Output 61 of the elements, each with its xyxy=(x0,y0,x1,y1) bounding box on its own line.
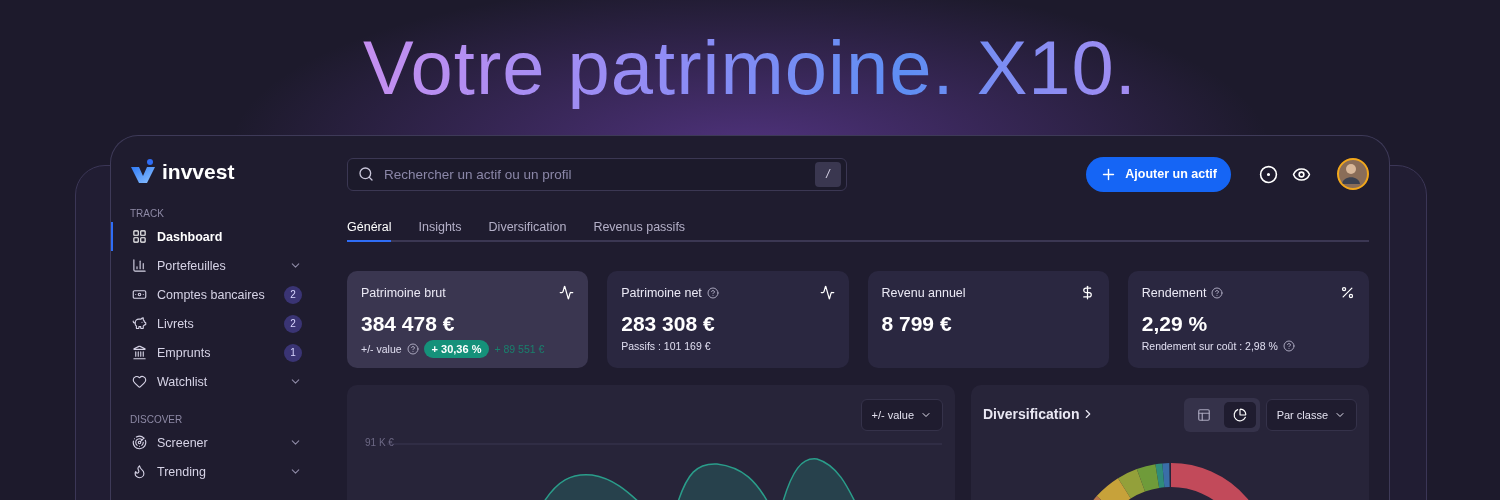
gain-amount: + 89 551 € xyxy=(494,343,545,355)
sidebar-item[interactable]: Dashboard xyxy=(111,222,347,251)
count-badge: 2 xyxy=(284,314,302,333)
target-icon[interactable] xyxy=(1259,164,1278,184)
sidebar-item[interactable]: Trending xyxy=(111,457,347,486)
radar-icon xyxy=(132,435,147,450)
search-input[interactable]: Rechercher un actif ou un profil xyxy=(382,165,807,183)
table-icon xyxy=(1197,408,1211,422)
card-title: Revenu annuel xyxy=(881,285,966,300)
heart-icon xyxy=(132,374,147,389)
count-badge: 1 xyxy=(284,343,302,362)
pie-chart-icon xyxy=(1233,408,1247,422)
sidebar-item[interactable]: Livrets 2 xyxy=(111,309,347,338)
card-note: Rendement sur coût : 2,98 % xyxy=(1141,340,1278,352)
brand-name: invvest xyxy=(162,160,235,184)
gain-label: +/- value xyxy=(361,343,402,355)
stat-card[interactable]: Rendement 2,29 % Rendement sur coût : 2,98 % xyxy=(1127,271,1369,368)
search-field[interactable]: Rechercher un actif ou un profil / xyxy=(347,157,847,191)
count-badge: 2 xyxy=(284,285,302,304)
stat-card[interactable]: Patrimoine net 283 308 € Passifs : 101 169 € xyxy=(607,271,849,368)
avatar[interactable] xyxy=(1337,158,1369,190)
card-value: 384 478 € xyxy=(361,312,456,336)
percent-badge: + 30,36 % xyxy=(423,340,490,358)
sidebar-item[interactable]: Screener xyxy=(111,428,347,457)
banknote-icon xyxy=(132,287,147,302)
stat-card[interactable]: Revenu annuel 8 799 € xyxy=(867,271,1109,368)
view-button[interactable] xyxy=(1224,402,1256,428)
card-title: Patrimoine brut xyxy=(361,285,446,300)
shortcut-key: / xyxy=(815,161,841,187)
sidebar-item[interactable]: Emprunts 1 xyxy=(111,338,347,367)
stat-card[interactable]: Patrimoine brut 384 478 € +/- value + 30,36 % + 89 551 € xyxy=(347,271,589,368)
sidebar-item[interactable]: Portefeuilles xyxy=(111,251,347,280)
section-title: TRACK xyxy=(129,208,165,219)
axis-label: 91 K € xyxy=(365,437,394,448)
add-asset-button[interactable]: Ajouter un actif xyxy=(1086,156,1231,192)
search-icon xyxy=(358,166,374,182)
tab[interactable]: Insights xyxy=(418,220,462,242)
section-title: DISCOVER xyxy=(129,414,184,425)
card-note: Passifs : 101 169 € xyxy=(621,340,711,352)
group-dropdown[interactable]: Par classe xyxy=(1265,399,1357,431)
card-title: Patrimoine net xyxy=(621,285,702,300)
tab[interactable]: Général xyxy=(347,220,392,242)
bar-chart-icon xyxy=(132,258,147,273)
card-value: 283 308 € xyxy=(621,312,716,336)
sidebar-item[interactable]: Watchlist xyxy=(111,367,347,396)
card-value: 2,29 % xyxy=(1141,312,1209,336)
pulse-icon xyxy=(559,285,575,300)
bank-icon xyxy=(132,345,147,360)
tab[interactable]: Diversification xyxy=(488,220,567,242)
flame-icon xyxy=(132,464,147,479)
percent-icon xyxy=(1340,285,1355,300)
value-dropdown[interactable]: +/- value xyxy=(860,399,943,431)
grid-icon xyxy=(132,229,147,244)
sidebar-item[interactable]: Comptes bancaires 2 xyxy=(111,280,347,309)
tab[interactable]: Revenus passifs xyxy=(593,220,686,242)
card-title: Rendement xyxy=(1141,285,1207,300)
panel-title[interactable]: Diversification xyxy=(983,406,1096,422)
logo-icon xyxy=(130,159,156,185)
pulse-icon xyxy=(819,285,835,300)
piggy-bank-icon xyxy=(132,316,147,331)
card-value: 8 799 € xyxy=(881,312,953,336)
